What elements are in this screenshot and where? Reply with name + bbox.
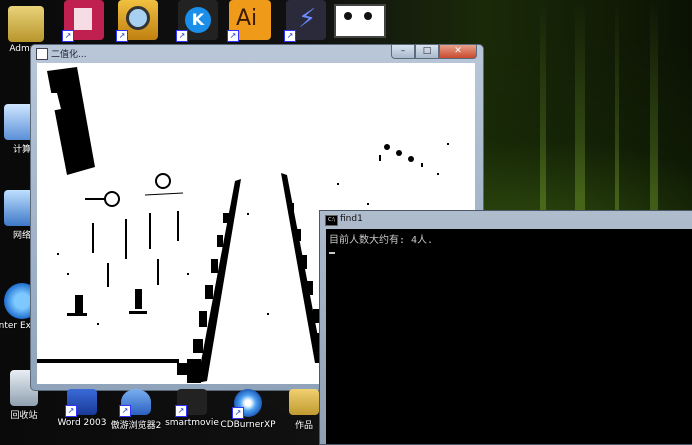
desktop-icon-word[interactable]: ↗ Word 2003 xyxy=(54,389,110,428)
desktop-icon-maxthon[interactable]: ↗ 傲游浏览器2 xyxy=(108,389,164,431)
image-thumbnail-icon xyxy=(334,4,386,38)
window-titlebar[interactable]: 二值化... – □ ✕ xyxy=(31,45,483,61)
minimize-button[interactable]: – xyxy=(391,45,415,59)
desktop-icon-label: Word 2003 xyxy=(57,418,107,428)
shortcut-arrow-icon: ↗ xyxy=(232,407,244,419)
shortcut-arrow-icon: ↗ xyxy=(62,30,74,42)
console-output-line: 目前人数大约有: 4人. xyxy=(329,235,434,246)
desktop-icon-illustrator[interactable]: Ai ↗ xyxy=(224,0,276,42)
cmd-icon: C:\ xyxy=(325,215,338,226)
text-cursor xyxy=(329,252,335,254)
shortcut-arrow-icon: ↗ xyxy=(176,30,188,42)
lightning-icon: ⚡ ↗ xyxy=(284,0,326,42)
close-button[interactable]: ✕ xyxy=(439,45,477,59)
desktop-icon-search-tool[interactable]: ↗ xyxy=(112,0,164,42)
browser-icon: ↗ xyxy=(119,389,151,417)
shortcut-arrow-icon: ↗ xyxy=(227,30,239,42)
window-titlebar[interactable]: C:\ find1 xyxy=(320,211,692,228)
shortcut-arrow-icon: ↗ xyxy=(116,30,128,42)
shortcut-arrow-icon: ↗ xyxy=(284,30,296,42)
cd-icon: ↗ xyxy=(232,389,262,419)
desktop-icon-label: 傲游浏览器2 xyxy=(110,421,162,431)
window-title: find1 xyxy=(340,214,363,224)
desktop-icon-works-folder[interactable]: 作品 xyxy=(276,389,332,431)
shortcut-arrow-icon: ↗ xyxy=(65,405,77,417)
folder-icon xyxy=(8,6,44,42)
ppt-icon: ↗ xyxy=(62,0,104,42)
desktop-icon-kugou[interactable]: K ↗ xyxy=(172,0,224,42)
desktop-icon-label: 回收站 xyxy=(10,411,38,421)
desktop-icon-label: smartmovie xyxy=(165,418,219,428)
desktop-icon-cdburnerxp[interactable]: ↗ CDBurnerXP xyxy=(220,389,276,430)
app-icon xyxy=(36,48,48,60)
desktop-icon-ppt[interactable]: ↗ xyxy=(58,0,110,42)
window-title: 二值化... xyxy=(51,50,87,60)
window-controls: – □ ✕ xyxy=(391,45,477,59)
shortcut-arrow-icon: ↗ xyxy=(175,405,187,417)
kugou-icon: K ↗ xyxy=(176,0,218,42)
maximize-button[interactable]: □ xyxy=(415,45,439,59)
folder-icon xyxy=(289,389,319,415)
word-icon: ↗ xyxy=(65,389,97,417)
desktop-icon-image-thumb[interactable] xyxy=(334,4,386,38)
desktop-icon-flash[interactable]: ⚡ ↗ xyxy=(280,0,332,42)
illustrator-icon: Ai ↗ xyxy=(227,0,271,42)
illustrator-label: Ai xyxy=(236,6,258,31)
console-window[interactable]: C:\ find1 目前人数大约有: 4人. xyxy=(319,210,692,445)
desktop-icon-label: CDBurnerXP xyxy=(220,420,276,430)
magnifier-icon: ↗ xyxy=(116,0,158,42)
desktop-icon-label: 作品 xyxy=(294,421,313,431)
shortcut-arrow-icon: ↗ xyxy=(119,405,131,417)
console-output-area[interactable]: 目前人数大约有: 4人. xyxy=(326,229,692,444)
movie-icon: ↗ xyxy=(175,389,207,417)
desktop-icon-smartmovie[interactable]: ↗ smartmovie xyxy=(164,389,220,428)
